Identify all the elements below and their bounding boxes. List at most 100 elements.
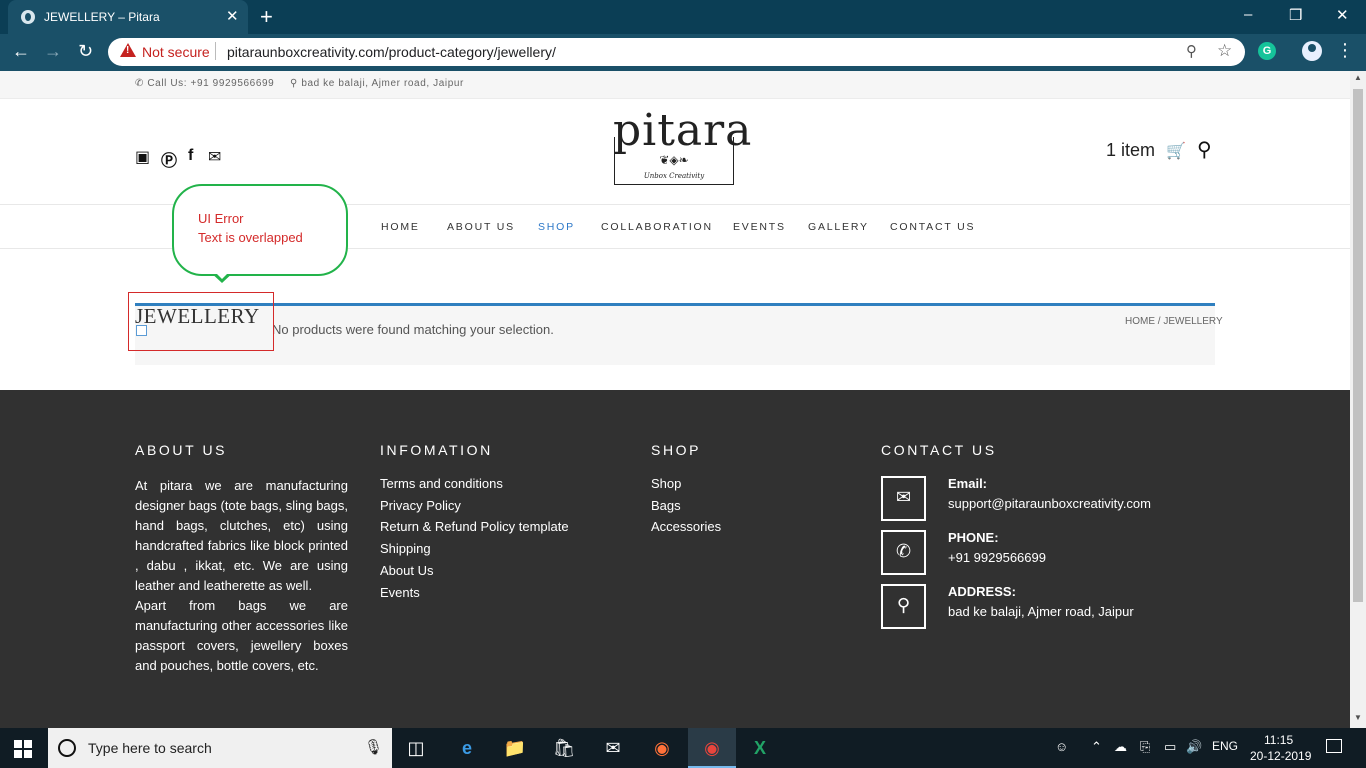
error-highlight-box — [128, 292, 274, 351]
footer-link-about[interactable]: About Us — [380, 563, 433, 578]
mail-icon[interactable]: ✉ — [208, 147, 221, 167]
cart-icon[interactable]: 🛒 — [1166, 141, 1186, 161]
contact-phone-label: PHONE: — [948, 530, 999, 545]
contact-email[interactable]: support@pitaraunboxcreativity.com — [948, 496, 1151, 511]
battery-icon[interactable]: ▭ — [1164, 739, 1176, 755]
footer-link-terms[interactable]: Terms and conditions — [380, 476, 503, 491]
task-view-icon[interactable]: ◫ — [404, 736, 428, 760]
topbar-phone: ✆ Call Us: +91 9929566699 — [135, 78, 275, 89]
scroll-up-arrow-icon[interactable]: ▲ — [1354, 73, 1362, 82]
browser-titlebar: JEWELLERY – Pitara ✕ + – ❒ ✕ — [0, 0, 1366, 34]
phone-icon: ✆ — [895, 541, 912, 561]
nav-events[interactable]: EVENTS — [733, 221, 786, 233]
search-icon[interactable]: ⚲ — [1197, 137, 1212, 162]
topbar-address-text: bad ke balaji, Ajmer road, Jaipur — [301, 78, 464, 89]
scroll-down-arrow-icon[interactable]: ▼ — [1354, 713, 1362, 722]
reload-icon[interactable]: ↻ — [78, 41, 93, 62]
url-text[interactable]: pitaraunboxcreativity.com/product-catego… — [227, 44, 556, 60]
excel-icon[interactable]: X — [748, 736, 772, 760]
menu-kebab-icon[interactable]: ⋮ — [1336, 40, 1354, 61]
cart-count[interactable]: 1 item — [1106, 140, 1155, 161]
people-icon[interactable]: ☺ — [1055, 739, 1068, 754]
contact-address-label: ADDRESS: — [948, 584, 1016, 599]
no-products-notice: No products were found matching your sel… — [272, 322, 554, 337]
footer-link-shop[interactable]: Shop — [651, 476, 681, 491]
email-icon-box: ✉ — [881, 476, 926, 521]
facebook-icon[interactable]: f — [188, 147, 193, 165]
grammarly-extension-icon[interactable]: G — [1258, 42, 1276, 60]
topbar-address: ⚲ bad ke balaji, Ajmer road, Jaipur — [290, 78, 464, 89]
store-icon[interactable]: 🛍 — [552, 736, 576, 760]
address-bar[interactable]: Not secure pitaraunboxcreativity.com/pro… — [108, 38, 1245, 66]
nav-about-us[interactable]: ABOUT US — [447, 221, 515, 233]
contact-address: bad ke balaji, Ajmer road, Jaipur — [948, 604, 1134, 619]
footer-about-paragraph-2: Apart from bags we are manufacturing oth… — [135, 598, 348, 673]
security-indicator[interactable]: Not secure — [142, 44, 210, 60]
minimize-button[interactable]: – — [1244, 6, 1252, 23]
instagram-icon[interactable]: ▣ — [135, 147, 150, 167]
mail-app-icon[interactable]: ✉ — [601, 736, 625, 760]
footer-about-text: At pitara we are manufacturing designer … — [135, 476, 348, 676]
zoom-icon[interactable]: ⚲ — [1186, 42, 1197, 60]
show-hidden-icons-chevron-icon[interactable]: ⌃ — [1091, 739, 1102, 755]
footer-link-bags[interactable]: Bags — [651, 498, 681, 513]
taskbar-search-box[interactable]: Type here to search 🎙 — [48, 728, 392, 768]
profile-avatar-icon[interactable] — [1302, 41, 1322, 61]
chrome-icon: ◉ — [688, 736, 736, 768]
nav-home[interactable]: HOME — [381, 221, 420, 233]
annotation-description: Text is overlapped — [198, 230, 303, 245]
clock-time[interactable]: 11:15 — [1264, 733, 1293, 747]
footer-info-heading: INFOMATION — [380, 442, 493, 458]
forward-arrow-icon[interactable]: → — [44, 41, 62, 62]
phone-icon-box: ✆ — [881, 530, 926, 575]
footer-link-refund[interactable]: Return & Refund Policy template — [380, 519, 569, 534]
web-page: ✆ Call Us: +91 9929566699 ⚲ bad ke balaj… — [0, 71, 1350, 728]
network-icon[interactable]: ⎘ — [1140, 739, 1150, 755]
callout-pointer-fill — [211, 268, 233, 279]
breadcrumb[interactable]: HOME / JEWELLERY — [1125, 316, 1223, 327]
restore-button[interactable]: ❒ — [1289, 6, 1302, 24]
firefox-icon[interactable]: ◉ — [650, 736, 674, 760]
footer-link-shipping[interactable]: Shipping — [380, 541, 431, 556]
file-explorer-icon[interactable]: 📁 — [503, 736, 527, 760]
action-center-icon[interactable] — [1326, 739, 1342, 753]
logo-ornament-icon: ❦◈❧ — [659, 153, 689, 167]
back-arrow-icon[interactable]: ← — [12, 41, 30, 62]
browser-tab[interactable]: JEWELLERY – Pitara ✕ — [8, 0, 248, 34]
footer-link-accessories[interactable]: Accessories — [651, 519, 721, 534]
nav-contact-us[interactable]: CONTACT US — [890, 221, 975, 233]
nav-collaboration[interactable]: COLLABORATION — [601, 221, 713, 233]
divider — [215, 42, 216, 60]
new-tab-button[interactable]: + — [260, 4, 273, 30]
footer-about-paragraph: At pitara we are manufacturing designer … — [135, 478, 348, 593]
site-logo[interactable]: pitara ❦◈❧ Unbox Creativity — [613, 105, 751, 187]
globe-icon — [21, 10, 35, 24]
edge-browser-icon[interactable]: e — [455, 736, 479, 760]
page-scrollbar[interactable]: ▲ ▼ — [1350, 71, 1366, 728]
logo-tagline: Unbox Creativity — [643, 172, 705, 180]
volume-icon[interactable]: 🔊 — [1186, 739, 1202, 755]
taskbar-search-placeholder: Type here to search — [88, 740, 212, 756]
scrollbar-thumb[interactable] — [1353, 89, 1363, 602]
envelope-icon: ✉ — [895, 487, 912, 507]
contact-phone[interactable]: +91 9929566699 — [948, 550, 1046, 565]
bookmark-star-icon[interactable]: ☆ — [1217, 41, 1232, 61]
nav-gallery[interactable]: GALLERY — [808, 221, 869, 233]
language-indicator[interactable]: ENG — [1212, 739, 1238, 753]
footer-link-privacy[interactable]: Privacy Policy — [380, 498, 461, 513]
windows-start-icon[interactable] — [14, 740, 32, 758]
pinterest-icon[interactable]: Ⓟ — [161, 147, 177, 171]
annotation-title: UI Error — [198, 211, 244, 226]
topbar-phone-text: Call Us: +91 9929566699 — [147, 78, 275, 89]
microphone-icon[interactable]: 🎙 — [364, 738, 383, 756]
footer-link-events[interactable]: Events — [380, 585, 420, 600]
browser-toolbar: ← → ↻ Not secure pitaraunboxcreativity.c… — [0, 34, 1366, 71]
onedrive-cloud-icon[interactable]: ☁ — [1114, 739, 1127, 755]
nav-shop[interactable]: SHOP — [538, 221, 575, 233]
footer-about-heading: ABOUT US — [135, 442, 228, 458]
close-tab-icon[interactable]: ✕ — [226, 7, 239, 25]
address-icon-box: ⚲ — [881, 584, 926, 629]
chrome-taskbar-button[interactable]: ◉ — [688, 728, 736, 768]
close-window-button[interactable]: ✕ — [1336, 6, 1349, 24]
clock-date[interactable]: 20-12-2019 — [1250, 749, 1311, 763]
